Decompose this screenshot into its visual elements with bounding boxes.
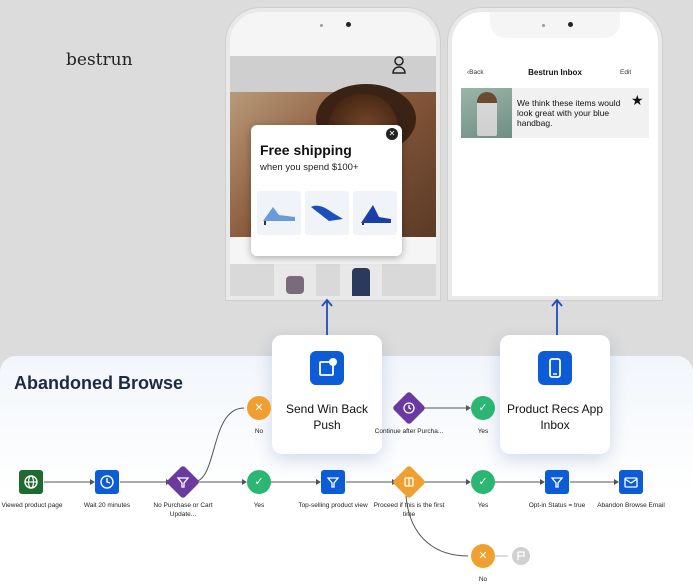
clock-icon [403, 402, 415, 414]
yes-branch-node[interactable]: ✓ [247, 470, 271, 494]
exit-node[interactable] [512, 547, 530, 565]
node-label: Yes [477, 502, 489, 509]
close-icon: ✕ [254, 402, 264, 414]
flag-icon [517, 551, 525, 560]
node-label: Opt-in Status = true [528, 502, 586, 509]
check-icon: ✓ [254, 476, 264, 488]
node-label: Top-selling product view [298, 502, 368, 509]
close-icon: ✕ [478, 550, 488, 562]
viewed-product-node[interactable] [19, 470, 43, 494]
yes-branch-node[interactable]: ✓ [471, 470, 495, 494]
email-icon [624, 477, 638, 488]
filter-icon [176, 477, 190, 488]
node-label: Yes [477, 428, 489, 435]
node-label: Continue after Purcha... [374, 428, 444, 435]
top-selling-filter-node[interactable] [321, 470, 345, 494]
node-label: Wait 20 minutes [83, 502, 131, 509]
node-label: Abandon Browse Email [597, 502, 665, 509]
split-icon [404, 477, 414, 487]
globe-icon [24, 475, 38, 489]
node-label: Yes [253, 502, 265, 509]
yes-branch-node[interactable]: ✓ [471, 396, 495, 420]
node-label: No [254, 428, 264, 435]
check-icon: ✓ [478, 476, 488, 488]
node-label: Proceed if this is the first time [373, 502, 445, 518]
node-label: Viewed product page [1, 502, 63, 509]
clock-icon [100, 475, 114, 489]
filter-icon [326, 477, 340, 488]
node-label: No [478, 576, 488, 583]
abandon-browse-email-node[interactable] [619, 470, 643, 494]
wait-node[interactable] [95, 470, 119, 494]
no-branch-node[interactable]: ✕ [471, 544, 495, 568]
no-branch-node[interactable]: ✕ [247, 396, 271, 420]
check-icon: ✓ [478, 402, 488, 414]
flow-connectors [44, 405, 619, 557]
node-label: No Purchase or Cart Update... [153, 502, 213, 518]
filter-icon [550, 477, 564, 488]
optin-filter-node[interactable] [545, 470, 569, 494]
